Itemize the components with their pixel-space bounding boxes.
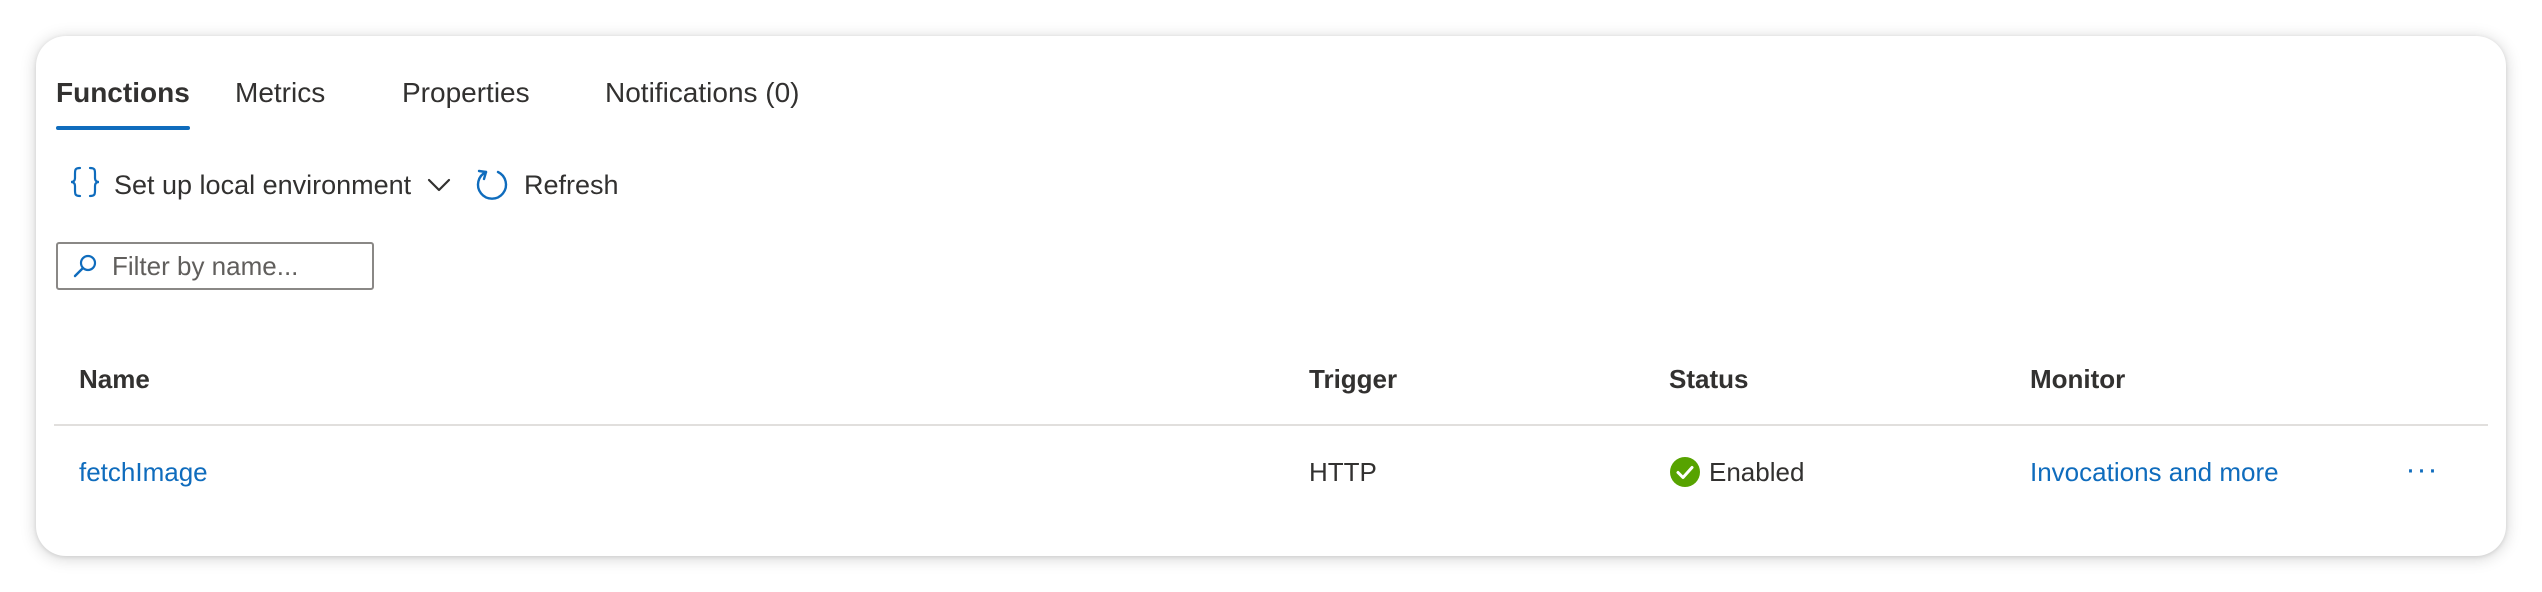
tab-notifications[interactable]: Notifications (0) bbox=[605, 74, 800, 112]
trigger-cell: HTTP bbox=[1309, 457, 1377, 487]
braces-icon bbox=[70, 165, 100, 206]
functions-panel: Functions Metrics Properties Notificatio… bbox=[36, 36, 2506, 556]
status-cell: Enabled bbox=[1669, 454, 1804, 490]
tab-functions[interactable]: Functions bbox=[56, 74, 190, 130]
setup-local-environment-button[interactable]: Set up local environment bbox=[70, 160, 451, 210]
column-header-trigger[interactable]: Trigger bbox=[1309, 364, 1397, 395]
refresh-label: Refresh bbox=[524, 169, 619, 200]
column-header-monitor[interactable]: Monitor bbox=[2030, 364, 2125, 395]
chevron-down-icon bbox=[427, 177, 451, 193]
column-header-name[interactable]: Name bbox=[79, 364, 150, 395]
setup-local-environment-label: Set up local environment bbox=[114, 169, 412, 200]
invocations-link[interactable]: Invocations and more bbox=[2030, 454, 2279, 490]
search-icon bbox=[72, 253, 98, 279]
filter-by-name-input[interactable] bbox=[110, 249, 354, 283]
refresh-button[interactable]: Refresh bbox=[474, 160, 619, 210]
refresh-icon bbox=[474, 167, 510, 203]
function-name-link[interactable]: fetchImage bbox=[79, 454, 208, 490]
column-header-status[interactable]: Status bbox=[1669, 364, 1748, 395]
status-label: Enabled bbox=[1709, 457, 1805, 487]
more-actions-icon[interactable]: ··· bbox=[2398, 446, 2446, 494]
tab-metrics[interactable]: Metrics bbox=[235, 74, 325, 112]
table-header-divider bbox=[54, 424, 2488, 426]
check-circle-icon bbox=[1669, 456, 1701, 488]
filter-box bbox=[56, 242, 374, 290]
tab-properties[interactable]: Properties bbox=[402, 74, 530, 112]
